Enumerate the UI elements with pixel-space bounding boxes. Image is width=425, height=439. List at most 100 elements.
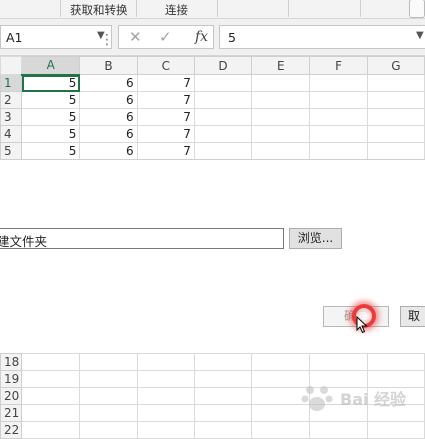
cell[interactable]: 5 — [21, 125, 81, 143]
cell[interactable] — [309, 421, 368, 439]
cell[interactable] — [309, 353, 368, 371]
cell[interactable] — [366, 142, 425, 160]
cell[interactable] — [21, 421, 81, 439]
cell[interactable] — [251, 353, 311, 371]
formula-input[interactable]: 5 ▼ — [219, 25, 425, 49]
cell[interactable] — [251, 108, 311, 126]
cell[interactable]: 7 — [136, 142, 195, 160]
table-row: 22 — [0, 421, 425, 439]
expand-formula-icon[interactable]: ▼ — [416, 30, 424, 41]
cell[interactable] — [193, 108, 253, 126]
name-box[interactable]: A1 ▼ — [0, 25, 112, 49]
row-header[interactable]: 22 — [0, 421, 23, 439]
insert-function-button[interactable]: fx — [195, 29, 208, 45]
cell-a1[interactable]: 5 — [21, 74, 81, 92]
cell[interactable] — [193, 91, 253, 109]
cell[interactable] — [193, 74, 253, 92]
cell[interactable]: 7 — [136, 125, 195, 143]
cell[interactable] — [193, 404, 253, 422]
cell[interactable]: 5 — [21, 108, 81, 126]
cell[interactable]: 7 — [136, 91, 195, 109]
name-box-value: A1 — [6, 30, 23, 45]
column-header-f[interactable]: F — [309, 56, 368, 75]
cell[interactable] — [136, 370, 195, 388]
table-row: 5 5 6 7 — [0, 142, 425, 160]
cell[interactable]: 6 — [79, 108, 138, 126]
formula-buttons: ✕ ✓ fx — [118, 25, 214, 49]
row-header[interactable]: 3 — [0, 108, 23, 126]
cell[interactable] — [21, 404, 81, 422]
cell[interactable]: 7 — [136, 108, 195, 126]
cell[interactable] — [366, 108, 425, 126]
cell[interactable]: 5 — [21, 142, 81, 160]
cancel-entry-icon[interactable]: ✕ — [129, 28, 142, 46]
table-row: 3 5 6 7 — [0, 108, 425, 126]
column-header-g[interactable]: G — [366, 56, 425, 75]
column-header-b[interactable]: B — [79, 56, 138, 75]
cell[interactable] — [136, 387, 195, 405]
column-header-c[interactable]: C — [136, 56, 195, 75]
cell[interactable] — [366, 421, 425, 439]
cell[interactable] — [309, 125, 368, 143]
cell[interactable] — [366, 91, 425, 109]
row-header[interactable]: 5 — [0, 142, 23, 160]
cell[interactable] — [193, 353, 253, 371]
cell[interactable] — [251, 421, 311, 439]
cell[interactable] — [136, 421, 195, 439]
cell[interactable] — [366, 125, 425, 143]
confirm-entry-icon[interactable]: ✓ — [159, 28, 172, 46]
cell[interactable] — [193, 125, 253, 143]
cell[interactable] — [193, 142, 253, 160]
cell[interactable] — [309, 108, 368, 126]
cell[interactable] — [309, 74, 368, 92]
formula-bar-grip-icon[interactable]: ⋮ — [100, 32, 114, 48]
cell[interactable] — [79, 421, 138, 439]
cell[interactable] — [79, 404, 138, 422]
cell[interactable] — [309, 91, 368, 109]
row-header[interactable]: 4 — [0, 125, 23, 143]
cell[interactable] — [251, 91, 311, 109]
worksheet-grid-top: A B C D E F G 1 5 6 7 2 5 6 7 3 5 6 7 4 — [0, 56, 425, 160]
row-header[interactable]: 2 — [0, 91, 23, 109]
formula-value: 5 — [228, 30, 236, 45]
cell[interactable] — [366, 74, 425, 92]
row-header[interactable]: 21 — [0, 404, 23, 422]
cell[interactable] — [193, 421, 253, 439]
ribbon-group-connections: 连接 — [165, 3, 188, 17]
cell[interactable] — [79, 370, 138, 388]
row-header[interactable]: 19 — [0, 370, 23, 388]
column-header-e[interactable]: E — [251, 56, 311, 75]
cell[interactable] — [251, 74, 311, 92]
browse-button[interactable]: 浏览... — [289, 228, 342, 249]
select-all-corner[interactable] — [0, 56, 23, 75]
cell[interactable] — [21, 387, 81, 405]
cell[interactable] — [366, 353, 425, 371]
cell[interactable] — [79, 353, 138, 371]
row-header[interactable]: 20 — [0, 387, 23, 405]
cell[interactable]: 6 — [79, 125, 138, 143]
cell[interactable] — [136, 353, 195, 371]
cell[interactable] — [193, 370, 253, 388]
cell[interactable] — [21, 353, 81, 371]
cell[interactable] — [136, 404, 195, 422]
cell[interactable] — [309, 142, 368, 160]
cell[interactable]: 6 — [79, 91, 138, 109]
cell[interactable]: 5 — [21, 91, 81, 109]
cell[interactable] — [79, 387, 138, 405]
table-row: 18 — [0, 353, 425, 371]
cell[interactable] — [21, 370, 81, 388]
cell[interactable] — [251, 142, 311, 160]
cell[interactable]: 6 — [79, 142, 138, 160]
cancel-button[interactable]: 取 — [400, 306, 425, 327]
column-header-a[interactable]: A — [21, 56, 81, 76]
table-row: 1 5 6 7 — [0, 74, 425, 92]
folder-path-input[interactable]: 建文件夹 — [0, 228, 284, 249]
row-header[interactable]: 18 — [0, 353, 23, 371]
cell[interactable]: 6 — [79, 74, 138, 92]
cell[interactable] — [193, 387, 253, 405]
row-header[interactable]: 1 — [0, 74, 23, 92]
cell[interactable]: 7 — [136, 74, 195, 92]
ribbon-collapse-button[interactable] — [409, 0, 425, 18]
column-header-d[interactable]: D — [193, 56, 253, 75]
cell[interactable] — [251, 125, 311, 143]
